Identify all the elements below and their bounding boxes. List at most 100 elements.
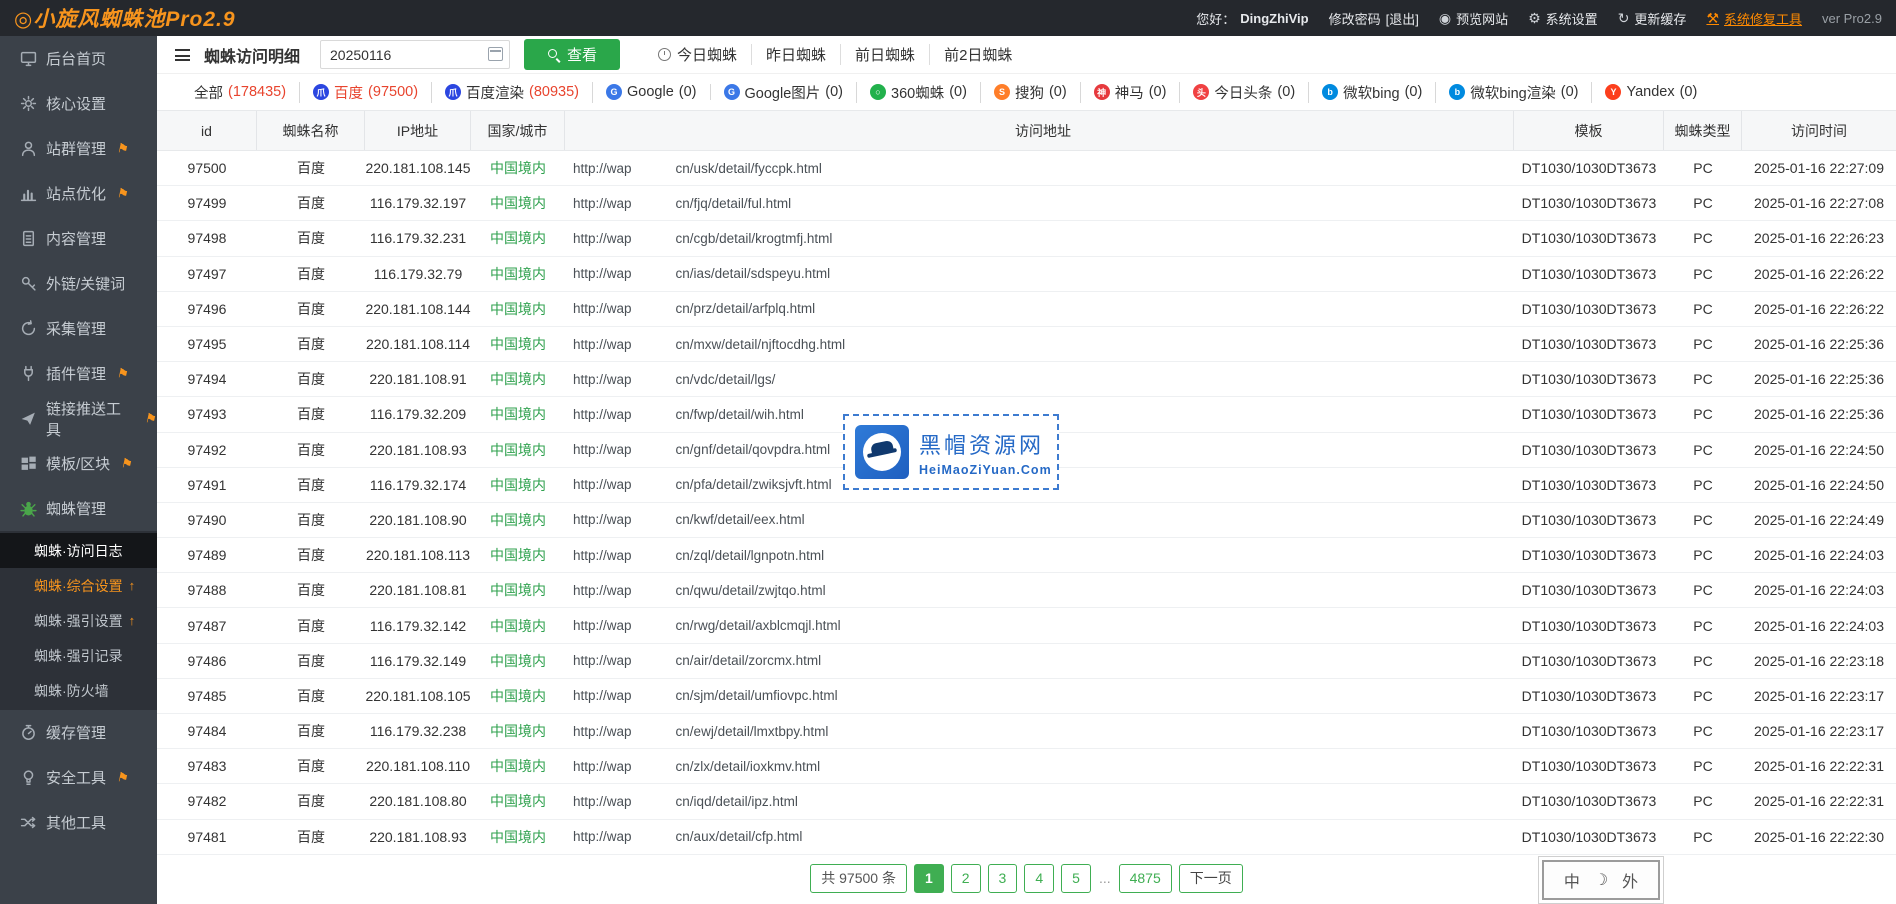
spider-filter[interactable]: ○ 360蜘蛛 (0) xyxy=(857,82,981,103)
system-repair-link[interactable]: ⚒系统修复工具 xyxy=(1706,9,1802,28)
url-path: cn/zql/detail/lgnpotn.html xyxy=(676,548,825,563)
cell-type: PC xyxy=(1664,195,1742,211)
cell-id: 97486 xyxy=(157,653,257,669)
spider-filter[interactable]: 神 神马 (0) xyxy=(1081,82,1181,103)
spider-filter[interactable]: S 搜狗 (0) xyxy=(981,82,1081,103)
sidebar-item-security[interactable]: 安全工具 ⚑ xyxy=(0,755,157,800)
cell-country: 中国境内 xyxy=(471,264,565,284)
submenu-item-force-settings[interactable]: 蜘蛛·强引设置↑ xyxy=(0,603,157,638)
page-button[interactable]: 1 xyxy=(914,864,944,893)
sidebar-item-links-keywords[interactable]: 外链/关键词 xyxy=(0,261,157,306)
spider-filter[interactable]: b 微软bing (0) xyxy=(1309,82,1436,103)
page-button[interactable]: ... xyxy=(1098,864,1112,893)
cell-template: DT1030/1030DT3673 xyxy=(1514,477,1664,493)
chinese-mode-button[interactable]: 中 xyxy=(1564,868,1580,892)
spider-filter[interactable]: 全部 (178435) xyxy=(181,82,300,103)
submenu-item-firewall[interactable]: 蜘蛛·防火墙 xyxy=(0,673,157,708)
table-row: 97494 百度 220.181.108.91 中国境内 http://wap … xyxy=(157,362,1896,397)
cell-time: 2025-01-16 22:22:31 xyxy=(1742,758,1896,774)
cell-template: DT1030/1030DT3673 xyxy=(1514,301,1664,317)
logout-link[interactable]: [退出] xyxy=(1386,9,1419,28)
sidebar-item-cache[interactable]: 缓存管理 xyxy=(0,710,157,755)
cell-ip: 116.179.32.149 xyxy=(365,653,471,669)
url-prefix: http://wap xyxy=(573,794,632,809)
cell-country: 中国境内 xyxy=(471,369,565,389)
cell-country: 中国境内 xyxy=(471,510,565,530)
cell-name: 百度 xyxy=(257,440,365,460)
fullwidth-mode-button[interactable]: 外 xyxy=(1622,868,1638,892)
spider-filter[interactable]: G Google (0) xyxy=(593,84,711,100)
today-spider-link[interactable]: 今日蜘蛛 xyxy=(644,44,752,65)
cell-url: http://wap cn/ewj/detail/lmxtbpy.html xyxy=(565,723,1514,739)
spider-filter[interactable]: Y Yandex (0) xyxy=(1592,84,1710,100)
cell-time: 2025-01-16 22:25:36 xyxy=(1742,406,1896,422)
change-password-link[interactable]: 修改密码[退出] xyxy=(1329,9,1419,28)
page-button[interactable]: 4 xyxy=(1024,864,1054,893)
cell-country: 中国境内 xyxy=(471,334,565,354)
cell-name: 百度 xyxy=(257,721,365,741)
watermark-box: 黑帽资源网 HeiMaoZiYuan.Com xyxy=(843,414,1059,490)
system-settings-link[interactable]: ⚙系统设置 xyxy=(1528,9,1598,28)
sidebar-item-plugins[interactable]: 插件管理 ⚑ xyxy=(0,351,157,396)
sidebar-item-collection[interactable]: 采集管理 xyxy=(0,306,157,351)
cell-ip: 220.181.108.144 xyxy=(365,301,471,317)
spider-filter[interactable]: 爪 百度 (97500) xyxy=(300,82,432,103)
cell-name: 百度 xyxy=(257,158,365,178)
sidebar-item-link-push[interactable]: 链接推送工具 ⚑ xyxy=(0,396,157,441)
cell-type: PC xyxy=(1664,336,1742,352)
preview-site-link[interactable]: ◉预览网站 xyxy=(1439,9,1508,28)
sidebar-item-dashboard[interactable]: 后台首页 xyxy=(0,36,157,81)
col-header-url: 访问地址 xyxy=(565,111,1514,150)
censored-domain-block xyxy=(632,653,676,669)
cell-url: http://wap cn/vdc/detail/lgs/ xyxy=(565,371,1514,387)
cell-time: 2025-01-16 22:24:50 xyxy=(1742,442,1896,458)
table-row: 97496 百度 220.181.108.144 中国境内 http://wap… xyxy=(157,292,1896,327)
cell-template: DT1030/1030DT3673 xyxy=(1514,793,1664,809)
cell-template: DT1030/1030DT3673 xyxy=(1514,618,1664,634)
sidebar-item-core-settings[interactable]: 核心设置 xyxy=(0,81,157,126)
yesterday-spider-link[interactable]: 昨日蜘蛛 xyxy=(752,44,841,65)
total-count-label: 共 97500 条 xyxy=(810,864,907,893)
spider-filter[interactable]: 爪 百度渲染 (80935) xyxy=(432,82,593,103)
sidebar-item-other-tools[interactable]: 其他工具 xyxy=(0,800,157,845)
table-row: 97490 百度 220.181.108.90 中国境内 http://wap … xyxy=(157,503,1896,538)
sidebar-item-spider[interactable]: 蜘蛛管理 xyxy=(0,486,157,531)
view-button[interactable]: 查看 xyxy=(524,39,620,70)
cell-id: 97489 xyxy=(157,547,257,563)
cell-url: http://wap cn/rwg/detail/axblcmqjl.html xyxy=(565,618,1514,634)
url-prefix: http://wap xyxy=(573,759,632,774)
page-button[interactable]: 2 xyxy=(951,864,981,893)
url-prefix: http://wap xyxy=(573,231,632,246)
sidebar-item-templates[interactable]: 模板/区块 ⚑ xyxy=(0,441,157,486)
col-header-type: 蜘蛛类型 xyxy=(1664,111,1742,150)
date-input[interactable] xyxy=(320,40,510,69)
username: DingZhiVip xyxy=(1240,11,1308,26)
sidebar-item-content[interactable]: 内容管理 xyxy=(0,216,157,261)
page-button[interactable]: 5 xyxy=(1061,864,1091,893)
spider-filter[interactable]: 头 今日头条 (0) xyxy=(1180,82,1309,103)
calendar-icon[interactable] xyxy=(488,47,503,61)
day-before-spider-link[interactable]: 前日蜘蛛 xyxy=(841,44,930,65)
cell-template: DT1030/1030DT3673 xyxy=(1514,547,1664,563)
cell-id: 97485 xyxy=(157,688,257,704)
url-path: cn/fjq/detail/ful.html xyxy=(676,196,792,211)
spider-filter[interactable]: b 微软bing渲染 (0) xyxy=(1436,82,1592,103)
url-path: cn/usk/detail/fyccpk.html xyxy=(676,161,822,176)
spider-filter[interactable]: G Google图片 (0) xyxy=(711,82,858,103)
refresh-cache-link[interactable]: ↻更新缓存 xyxy=(1618,9,1687,28)
submenu-item-general-settings[interactable]: 蜘蛛·综合设置↑ xyxy=(0,568,157,603)
sidebar-item-site-group[interactable]: 站群管理 ⚑ xyxy=(0,126,157,171)
page-button[interactable]: 4875 xyxy=(1119,864,1172,893)
clock-icon xyxy=(658,48,671,61)
sidebar-item-site-optimize[interactable]: 站点优化 ⚑ xyxy=(0,171,157,216)
cell-name: 百度 xyxy=(257,756,365,776)
censored-domain-block xyxy=(632,230,676,246)
moon-icon[interactable]: ☽ xyxy=(1594,870,1608,890)
engine-badge-icon: S xyxy=(994,84,1010,100)
cell-name: 百度 xyxy=(257,827,365,847)
submenu-item-visit-log[interactable]: 蜘蛛·访问日志 xyxy=(0,533,157,568)
page-button[interactable]: 下一页 xyxy=(1179,864,1243,893)
two-days-ago-spider-link[interactable]: 前2日蜘蛛 xyxy=(930,44,1026,65)
submenu-item-force-records[interactable]: 蜘蛛·强引记录 xyxy=(0,638,157,673)
page-button[interactable]: 3 xyxy=(988,864,1018,893)
